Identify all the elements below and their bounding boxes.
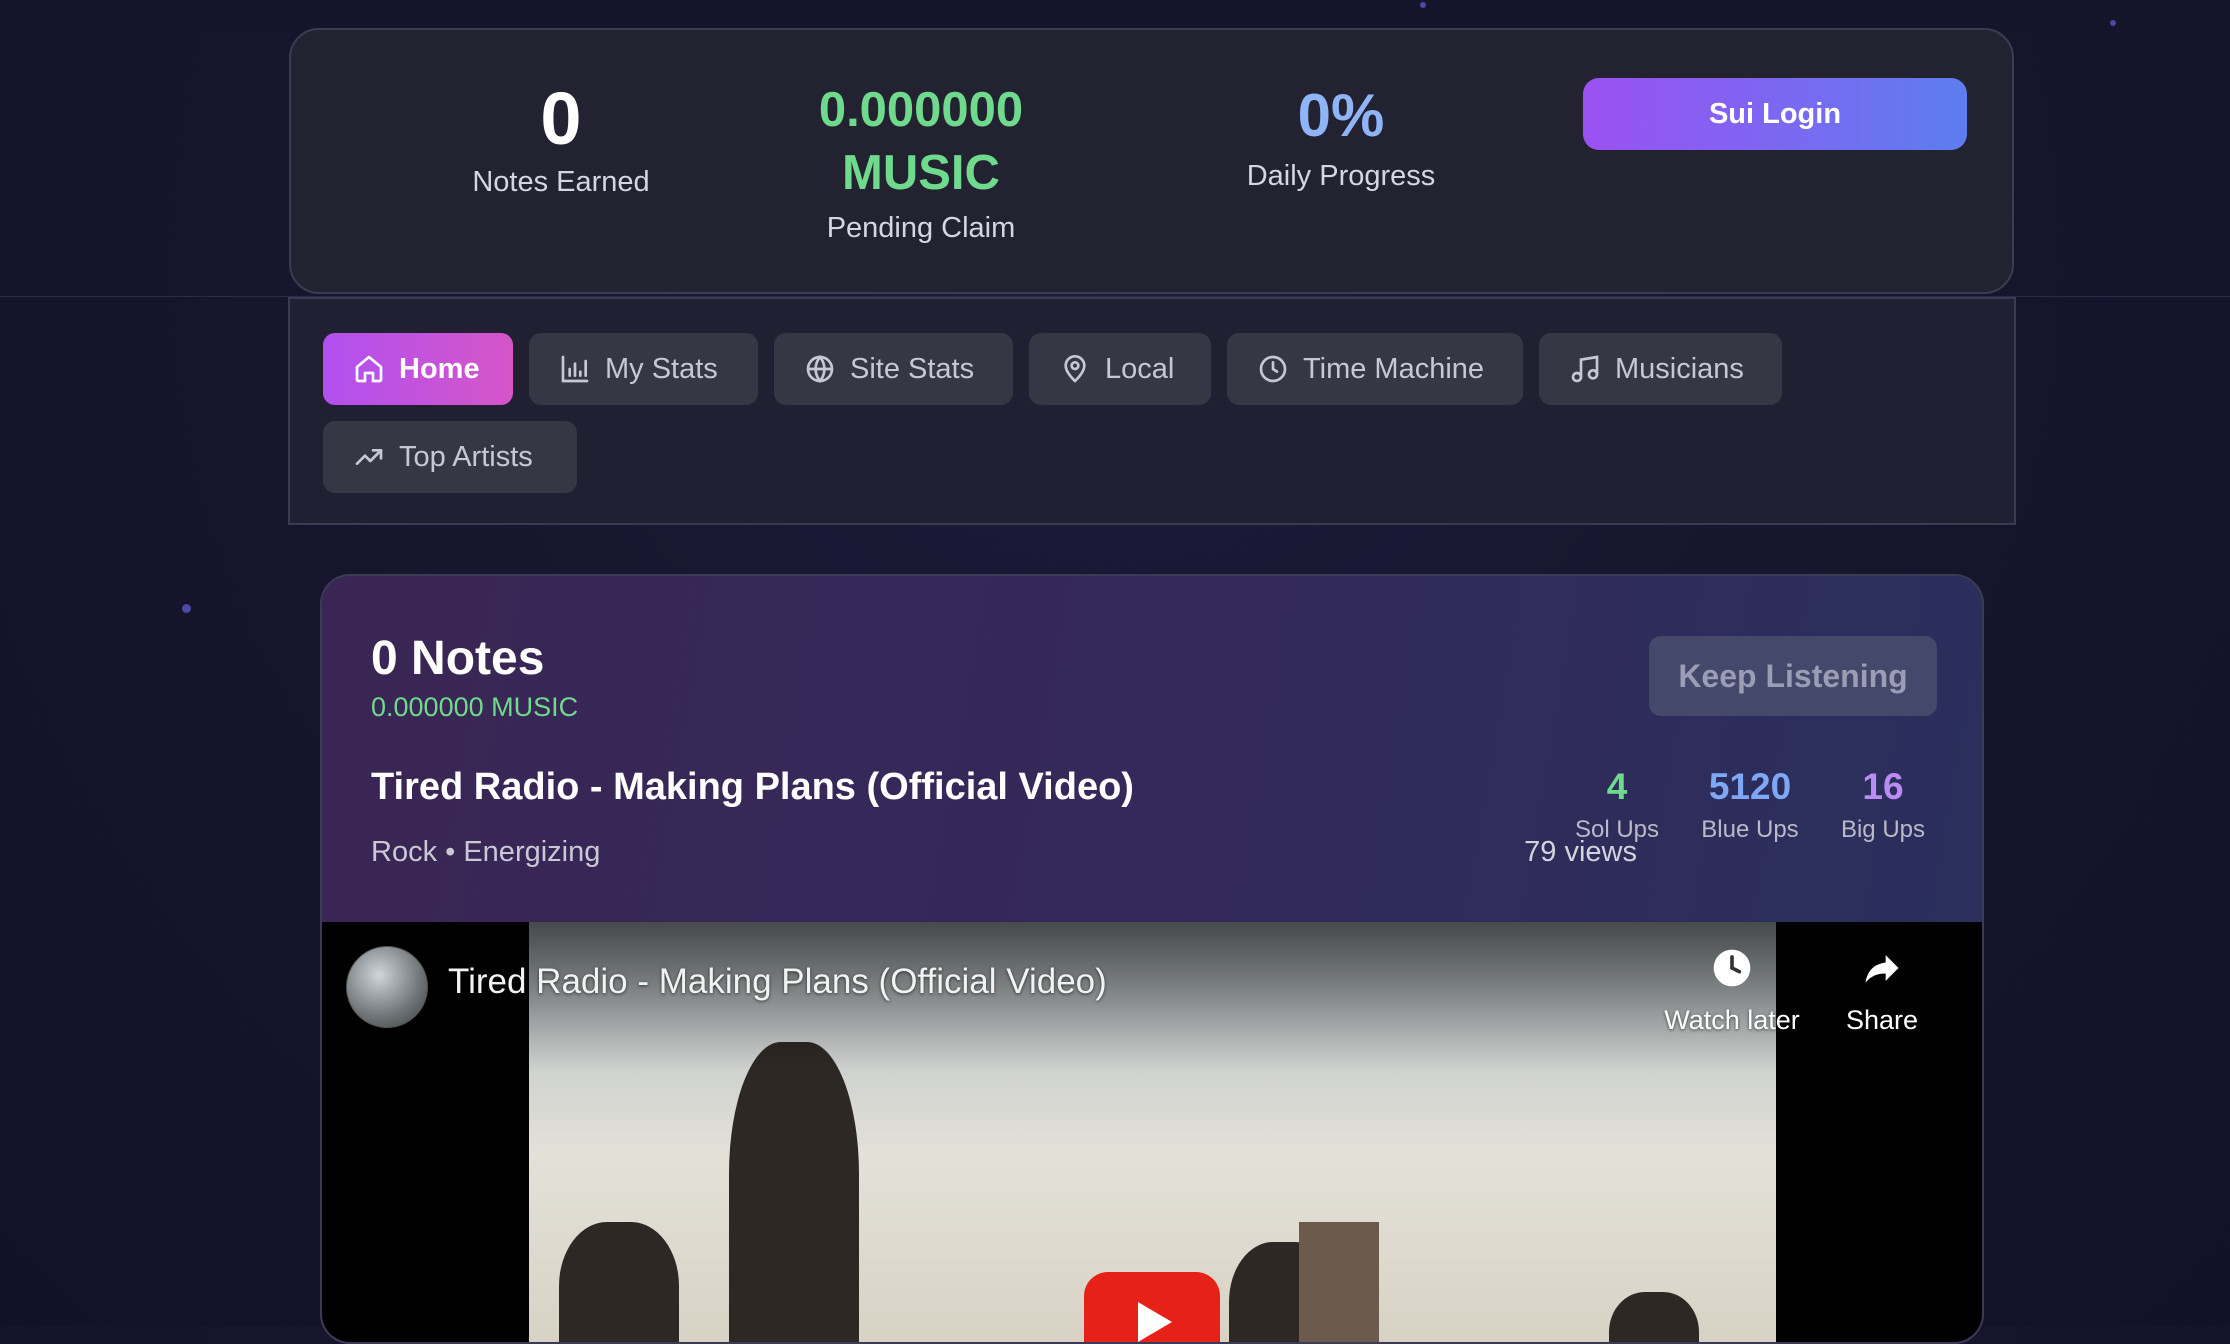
share-button[interactable]: Share [1822, 946, 1942, 1036]
sol-ups-label: Sol Ups [1574, 816, 1660, 843]
nav-local-label: Local [1105, 352, 1175, 385]
notes-earned-label: Notes Earned [472, 166, 650, 198]
play-button[interactable] [1084, 1272, 1220, 1342]
home-icon [355, 355, 383, 383]
daily-progress-stat: 0% Daily Progress [1191, 86, 1491, 193]
clock-icon [1259, 355, 1287, 383]
nav-local[interactable]: Local [1029, 333, 1211, 405]
blue-ups-value: 5120 [1708, 766, 1792, 807]
pending-claim-stat: 0.000000 MUSIC Pending Claim [771, 86, 1071, 245]
top-strip [0, 0, 2230, 28]
music-amount: 0.000000 MUSIC [371, 692, 579, 722]
bar-chart-icon [561, 355, 589, 383]
trending-up-icon [355, 449, 383, 465]
keep-listening-button[interactable]: Keep Listening [1649, 636, 1937, 716]
nav-site-stats-label: Site Stats [850, 352, 975, 385]
daily-progress-label: Daily Progress [1246, 160, 1436, 192]
nav-time-machine-label: Time Machine [1303, 352, 1485, 385]
pending-claim-currency: MUSIC [842, 146, 1000, 200]
sol-ups-value: 4 [1606, 766, 1628, 807]
song-card: 0 Notes 0.000000 MUSIC Keep Listening Ti… [320, 574, 1984, 1344]
globe-icon [806, 354, 834, 384]
sui-login-button[interactable]: Sui Login [1583, 78, 1967, 150]
song-header: 0 Notes 0.000000 MUSIC Keep Listening Ti… [322, 576, 1982, 922]
map-pin-icon [1064, 355, 1086, 383]
share-label: Share [1845, 1005, 1919, 1035]
video-figure [729, 1042, 859, 1342]
stats-header: 0 Notes Earned 0.000000 MUSIC Pending Cl… [289, 28, 2014, 294]
decor-dot [1420, 2, 1426, 8]
video-figure [1609, 1292, 1699, 1342]
nav-home[interactable]: Home [323, 333, 513, 405]
nav-panel: Home My Stats Site Stats Local Time Mach… [288, 297, 2016, 525]
nav-top-artists-label: Top Artists [399, 440, 533, 473]
share-icon [1865, 955, 1899, 983]
sol-ups: 4 Sol Ups [1547, 766, 1687, 844]
nav-my-stats-label: My Stats [605, 352, 718, 385]
nav-home-label: Home [399, 352, 480, 385]
blue-ups-label: Blue Ups [1701, 816, 1799, 843]
notes-earned-stat: 0 Notes Earned [411, 82, 711, 199]
watch-later-button[interactable]: Watch later [1657, 946, 1807, 1036]
nav-time-machine[interactable]: Time Machine [1227, 333, 1523, 405]
decor-dot [182, 604, 191, 613]
video-player[interactable]: Tired Radio - Making Plans (Official Vid… [322, 922, 1982, 1342]
song-title: Tired Radio - Making Plans (Official Vid… [371, 766, 1134, 808]
pending-claim-label: Pending Claim [826, 212, 1016, 244]
nav-musicians[interactable]: Musicians [1539, 333, 1782, 405]
watch-later-label: Watch later [1664, 1005, 1800, 1035]
channel-avatar[interactable] [346, 946, 428, 1028]
nav-my-stats[interactable]: My Stats [529, 333, 758, 405]
song-tags: Rock • Energizing [371, 836, 601, 868]
video-title[interactable]: Tired Radio - Making Plans (Official Vid… [448, 962, 1107, 1002]
notes-earned-value: 0 [540, 77, 582, 160]
pending-claim-amount: 0.000000 [818, 83, 1024, 137]
notes-count: 0 Notes [371, 632, 545, 685]
clock-icon [1713, 949, 1751, 987]
decor-dot [2110, 20, 2116, 26]
blue-ups: 5120 Blue Ups [1680, 766, 1820, 844]
big-ups-value: 16 [1862, 766, 1904, 807]
nav-site-stats[interactable]: Site Stats [774, 333, 1013, 405]
big-ups: 16 Big Ups [1813, 766, 1953, 844]
nav-musicians-label: Musicians [1615, 352, 1744, 385]
nav-top-artists[interactable]: Top Artists [323, 421, 577, 493]
big-ups-label: Big Ups [1840, 816, 1926, 843]
daily-progress-value: 0% [1297, 82, 1385, 149]
music-note-icon [1571, 355, 1599, 383]
